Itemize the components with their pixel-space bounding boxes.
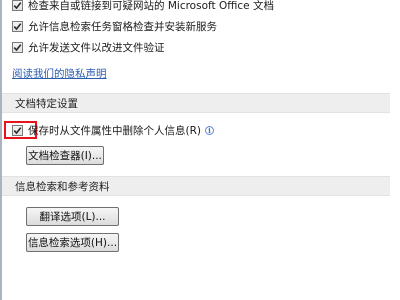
- check-research-services-label: 允许信息检索任务窗格检查并安装新服务: [28, 20, 217, 33]
- section-title-document-specific: 文档特定设置: [15, 97, 78, 110]
- remove-personal-info-row[interactable]: 保存时从文件属性中删除个人信息(R) i: [12, 123, 214, 137]
- check-suspicious-docs-checkbox[interactable]: [12, 0, 23, 11]
- checkmark-icon: [13, 43, 22, 51]
- check-research-services-checkbox[interactable]: [12, 20, 23, 32]
- check-research-services-row[interactable]: 允许信息检索任务窗格检查并安装新服务: [12, 19, 217, 33]
- remove-personal-info-label: 保存时从文件属性中删除个人信息(R): [28, 124, 201, 137]
- checkmark-icon: [13, 126, 22, 134]
- section-header-document-specific: 文档特定设置: [2, 93, 390, 113]
- research-options-button[interactable]: 信息检索选项(H)...: [26, 233, 119, 252]
- checkmark-icon: [13, 22, 22, 30]
- checkmark-icon: [13, 1, 22, 9]
- section-title-research: 信息检索和参考资料: [15, 180, 110, 193]
- window-left-border: [0, 0, 2, 300]
- section-header-research: 信息检索和参考资料: [2, 176, 390, 196]
- check-suspicious-docs-label: 检查来自或链接到可疑网站的 Microsoft Office 文档: [28, 0, 274, 12]
- check-file-validation-label: 允许发送文件以改进文件验证: [28, 41, 165, 54]
- check-suspicious-docs-row[interactable]: 检查来自或链接到可疑网站的 Microsoft Office 文档: [12, 0, 274, 12]
- check-file-validation-checkbox[interactable]: [12, 41, 23, 53]
- remove-personal-info-checkbox[interactable]: [12, 124, 23, 136]
- translation-options-button[interactable]: 翻译选项(L)...: [26, 207, 119, 226]
- document-inspector-button[interactable]: 文档检查器(I)...: [26, 146, 104, 165]
- info-icon: i: [205, 125, 214, 135]
- privacy-statement-link[interactable]: 阅读我们的隐私声明: [12, 66, 107, 81]
- check-file-validation-row[interactable]: 允许发送文件以改进文件验证: [12, 40, 165, 54]
